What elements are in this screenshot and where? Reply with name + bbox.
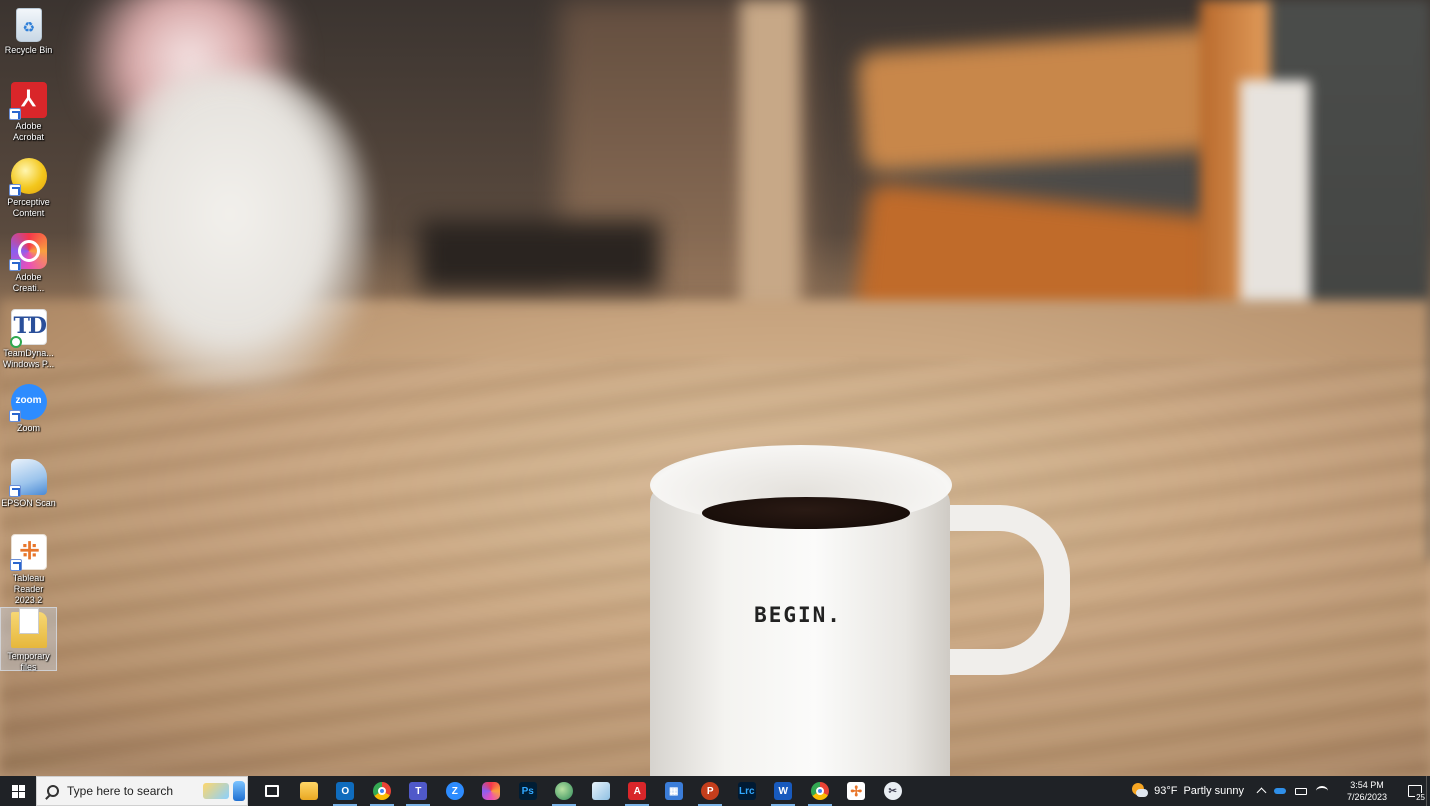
partly-sunny-icon bbox=[1130, 782, 1149, 800]
desktop-icon-tableau-reader[interactable]: ⁜ Tableau Reader 2023.2 bbox=[1, 534, 56, 606]
teams-button[interactable]: T bbox=[400, 776, 437, 806]
desktop-icon-recycle-bin[interactable]: ♻ Recycle Bin bbox=[1, 8, 56, 56]
tableau-button[interactable]: ✢ bbox=[838, 776, 875, 806]
desktop-icon-adobe-acrobat[interactable]: ⅄ Adobe Acrobat bbox=[1, 82, 56, 143]
task-view-icon bbox=[265, 785, 280, 797]
adobe-acrobat-icon: ⅄ bbox=[8, 82, 47, 120]
desktop-icon-adobe-creative-cloud[interactable]: Adobe Creati... bbox=[1, 233, 56, 294]
outlook-button[interactable]: O bbox=[327, 776, 364, 806]
snipping-tool-icon: ✂ bbox=[883, 782, 902, 800]
onedrive-cloud-icon[interactable] bbox=[1274, 788, 1286, 794]
outlook-icon: O bbox=[336, 782, 355, 800]
system-tray: 93°F Partly sunny 3:54 PM 7/26/2023 25 bbox=[1130, 776, 1430, 806]
coffee-mug: BEGIN. bbox=[650, 445, 1070, 776]
adobe-creative-cloud-icon bbox=[8, 233, 47, 271]
lightroom-classic-button[interactable]: Lrc bbox=[729, 776, 766, 806]
weather-condition: Partly sunny bbox=[1183, 785, 1244, 797]
taskbar-pinned-apps: O T Z Ps A ▦ P Lrc W ✢ ✂ bbox=[254, 776, 911, 806]
desktop-icon-label: Tableau Reader 2023.2 bbox=[12, 573, 45, 605]
chrome-icon bbox=[810, 782, 829, 800]
snipping-tool-button[interactable]: ✂ bbox=[875, 776, 912, 806]
windows-logo-icon bbox=[11, 784, 25, 798]
wifi-icon[interactable] bbox=[1316, 786, 1328, 796]
desktop-icon-zoom[interactable]: zoom Zoom bbox=[1, 384, 56, 434]
chrome-button[interactable] bbox=[364, 776, 401, 806]
chevron-up-icon[interactable] bbox=[1256, 787, 1267, 798]
epson-scan-icon bbox=[8, 459, 47, 497]
powerpoint-icon: P bbox=[701, 782, 720, 800]
notification-count: 25 bbox=[1415, 793, 1426, 802]
folder-icon bbox=[299, 782, 318, 800]
clock-time: 3:54 PM bbox=[1350, 780, 1384, 790]
acrobat-icon: A bbox=[628, 782, 647, 800]
desktop-icon-label: Adobe Acrobat bbox=[12, 121, 45, 142]
chrome-alt-button[interactable] bbox=[802, 776, 839, 806]
acrobat-button[interactable]: A bbox=[619, 776, 656, 806]
taskbar: Type here to search O T Z Ps A ▦ P Lrc W… bbox=[0, 776, 1430, 806]
notification-center-button[interactable]: 25 bbox=[1404, 776, 1426, 806]
word-icon: W bbox=[774, 782, 793, 800]
photoshop-button[interactable]: Ps bbox=[510, 776, 547, 806]
search-placeholder: Type here to search bbox=[67, 784, 174, 798]
search-icon bbox=[47, 785, 59, 797]
battery-icon[interactable] bbox=[1295, 787, 1307, 795]
creative-cloud-icon bbox=[482, 782, 501, 800]
calculator-icon: ▦ bbox=[664, 782, 683, 800]
desktop-icon-label: EPSON Scan bbox=[1, 498, 56, 508]
task-view-button[interactable] bbox=[254, 776, 291, 806]
file-explorer-button[interactable] bbox=[291, 776, 328, 806]
weather-temp: 93°F bbox=[1154, 785, 1178, 797]
photoshop-icon: Ps bbox=[518, 782, 537, 800]
desktop-icon-teamdynamix[interactable]: TD TeamDyna... Windows P... bbox=[1, 309, 56, 370]
zoom-icon: zoom bbox=[8, 384, 47, 422]
taskbar-search-box[interactable]: Type here to search bbox=[36, 776, 248, 806]
desktop-wallpaper: BEGIN. bbox=[0, 0, 1430, 776]
start-button[interactable] bbox=[0, 776, 36, 806]
calculator-button[interactable]: ▦ bbox=[656, 776, 693, 806]
zoom-button[interactable]: Z bbox=[437, 776, 474, 806]
desktop-icon-label: Perceptive Content bbox=[7, 197, 50, 218]
teams-icon: T bbox=[409, 782, 428, 800]
desktop-icon-label: Adobe Creati... bbox=[12, 272, 45, 293]
desktop-icon-temporary-files[interactable]: Temporary files bbox=[0, 607, 57, 672]
recycle-bin-icon: ♻ bbox=[15, 8, 42, 42]
lightroom-icon: Lrc bbox=[737, 782, 756, 800]
search-highlight-icon[interactable] bbox=[193, 779, 245, 803]
weather-widget[interactable]: 93°F Partly sunny bbox=[1130, 782, 1244, 800]
tableau-icon: ✢ bbox=[847, 782, 866, 800]
app-cube-button[interactable] bbox=[583, 776, 620, 806]
mug-text: BEGIN. bbox=[754, 603, 842, 627]
tableau-reader-icon: ⁜ bbox=[9, 534, 47, 571]
folder-icon bbox=[10, 608, 47, 648]
perceptive-content-icon bbox=[8, 158, 47, 196]
desktop-icon-epson-scan[interactable]: EPSON Scan bbox=[1, 459, 56, 509]
desktop-icon-perceptive-content[interactable]: Perceptive Content bbox=[1, 158, 56, 219]
teamdynamix-icon: TD bbox=[9, 309, 47, 348]
clock-date: 7/26/2023 bbox=[1346, 792, 1388, 802]
globe-icon bbox=[555, 782, 574, 800]
creative-cloud-button[interactable] bbox=[473, 776, 510, 806]
globe-app-button[interactable] bbox=[546, 776, 583, 806]
word-button[interactable]: W bbox=[765, 776, 802, 806]
clock[interactable]: 3:54 PM 7/26/2023 bbox=[1340, 779, 1394, 803]
show-desktop-button[interactable] bbox=[1426, 776, 1430, 806]
desktop-icon-label: TeamDyna... Windows P... bbox=[2, 348, 55, 369]
desktop-icon-label: Temporary files bbox=[7, 651, 50, 672]
desktop-icon-label: Recycle Bin bbox=[4, 45, 53, 55]
cube-icon bbox=[591, 782, 610, 800]
chrome-icon bbox=[372, 782, 391, 800]
powerpoint-button[interactable]: P bbox=[692, 776, 729, 806]
zoom-icon: Z bbox=[445, 782, 464, 800]
desktop-icon-label: Zoom bbox=[16, 423, 40, 433]
